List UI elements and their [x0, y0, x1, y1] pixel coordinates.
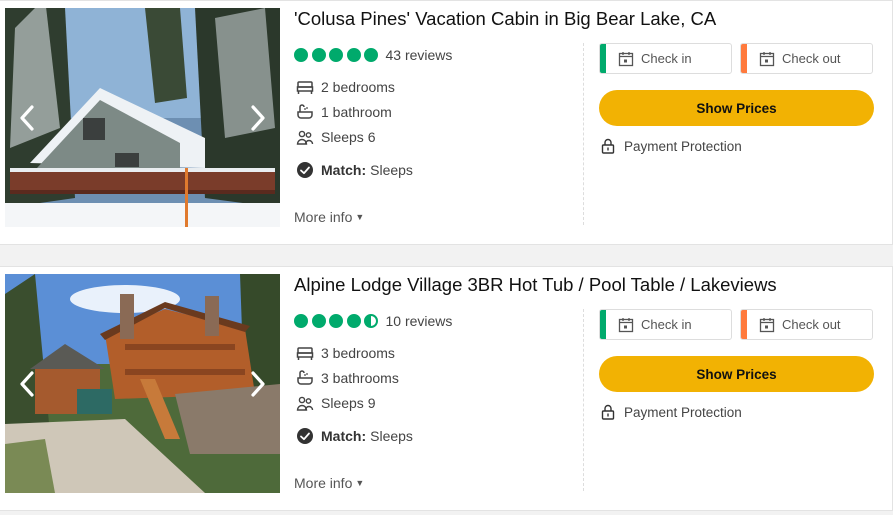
chevron-right-icon — [251, 104, 265, 131]
rating-half-bubble-icon — [364, 314, 378, 328]
bathrooms-label: 3 bathrooms — [321, 370, 399, 386]
photo-prev-button[interactable] — [13, 364, 41, 404]
bathrooms-label: 1 bathroom — [321, 104, 392, 120]
bedrooms-label: 3 bedrooms — [321, 345, 395, 361]
show-prices-button[interactable]: Show Prices — [599, 90, 874, 126]
rating-bubble-icon — [364, 48, 378, 62]
cabin-snow-photo — [5, 8, 280, 227]
check-in-label: Check in — [641, 51, 692, 66]
bed-icon — [296, 347, 314, 360]
rating-bubble-icon — [294, 314, 308, 328]
lock-icon — [601, 138, 615, 154]
bedrooms-feature: 2 bedrooms — [296, 78, 395, 96]
more-info-label: More info — [294, 475, 353, 491]
photo-next-button[interactable] — [244, 364, 272, 404]
lodge-photo — [5, 274, 280, 493]
check-out-field[interactable]: Check out — [740, 309, 873, 340]
rating-bubble-icon — [294, 48, 308, 62]
check-out-accent — [741, 44, 747, 73]
chevron-left-icon — [20, 370, 34, 397]
photo-next-button[interactable] — [244, 98, 272, 138]
bed-icon — [296, 81, 314, 94]
payment-protection[interactable]: Payment Protection — [600, 404, 742, 420]
check-circle-icon — [297, 162, 313, 178]
payment-protection-label: Payment Protection — [624, 404, 742, 420]
sleeps-feature: Sleeps 9 — [296, 394, 375, 412]
listing-photo-cabin[interactable] — [5, 8, 280, 227]
rating-bubble-icon — [311, 48, 326, 62]
match-value: Sleeps — [370, 162, 413, 178]
show-prices-button[interactable]: Show Prices — [599, 356, 874, 392]
rating-bubble-icon — [346, 48, 361, 62]
match-feature: Match: Sleeps — [296, 161, 413, 179]
rating-bubble-icon — [346, 314, 361, 328]
listing-card: Alpine Lodge Village 3BR Hot Tub / Pool … — [0, 266, 893, 511]
listing-photo-lodge[interactable] — [5, 274, 280, 493]
calendar-icon — [759, 51, 775, 66]
bath-icon — [297, 104, 313, 119]
sleeps-feature: Sleeps 6 — [296, 128, 375, 146]
check-in-accent — [600, 44, 606, 73]
caret-down-icon: ▼ — [355, 212, 365, 222]
match-feature: Match: Sleeps — [296, 427, 413, 445]
lock-icon — [601, 404, 615, 420]
bedrooms-label: 2 bedrooms — [321, 79, 395, 95]
bath-icon — [297, 370, 313, 385]
match-label: Match: — [321, 428, 367, 444]
match-value: Sleeps — [370, 428, 413, 444]
payment-protection[interactable]: Payment Protection — [600, 138, 742, 154]
rating-bubbles[interactable]: 10 reviews — [294, 313, 452, 329]
people-icon — [296, 396, 314, 411]
check-in-field[interactable]: Check in — [599, 43, 732, 74]
divider — [583, 43, 584, 225]
photo-prev-button[interactable] — [13, 98, 41, 138]
bedrooms-feature: 3 bedrooms — [296, 344, 395, 362]
more-info-label: More info — [294, 209, 353, 225]
check-circle-icon — [297, 428, 313, 444]
chevron-right-icon — [251, 370, 265, 397]
check-out-accent — [741, 310, 747, 339]
check-out-label: Check out — [782, 317, 841, 332]
sleeps-label: Sleeps 9 — [321, 395, 376, 411]
caret-down-icon: ▼ — [355, 478, 365, 488]
review-count[interactable]: 43 reviews — [386, 47, 453, 63]
rating-bubble-icon — [329, 48, 343, 62]
more-info-toggle[interactable]: More info ▼ — [294, 209, 364, 225]
calendar-icon — [618, 317, 634, 332]
payment-protection-label: Payment Protection — [624, 138, 742, 154]
calendar-icon — [618, 51, 634, 66]
check-out-label: Check out — [782, 51, 841, 66]
listing-title[interactable]: 'Colusa Pines' Vacation Cabin in Big Bea… — [294, 8, 716, 30]
rating-bubbles[interactable]: 43 reviews — [294, 47, 452, 63]
review-count[interactable]: 10 reviews — [386, 313, 453, 329]
check-in-field[interactable]: Check in — [599, 309, 732, 340]
check-in-label: Check in — [641, 317, 692, 332]
people-icon — [296, 130, 314, 145]
chevron-left-icon — [20, 104, 34, 131]
listing-card: 'Colusa Pines' Vacation Cabin in Big Bea… — [0, 0, 893, 245]
bathrooms-feature: 1 bathroom — [296, 103, 392, 121]
rating-bubble-icon — [311, 314, 326, 328]
bathrooms-feature: 3 bathrooms — [296, 369, 399, 387]
match-label: Match: — [321, 162, 367, 178]
calendar-icon — [759, 317, 775, 332]
rating-bubble-icon — [329, 314, 343, 328]
listing-title[interactable]: Alpine Lodge Village 3BR Hot Tub / Pool … — [294, 274, 777, 296]
divider — [583, 309, 584, 491]
check-out-field[interactable]: Check out — [740, 43, 873, 74]
check-in-accent — [600, 310, 606, 339]
sleeps-label: Sleeps 6 — [321, 129, 376, 145]
more-info-toggle[interactable]: More info ▼ — [294, 475, 364, 491]
